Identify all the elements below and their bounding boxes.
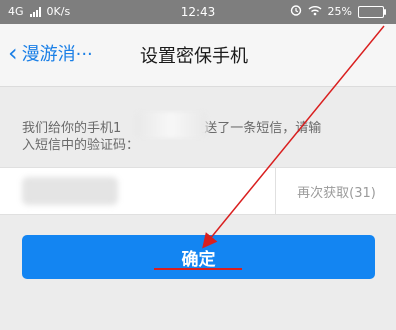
back-button[interactable]: ‹ 漫游消··· <box>8 40 93 66</box>
page-title: 设置密保手机 <box>140 46 248 67</box>
confirm-button[interactable]: 确定 <box>22 235 375 279</box>
message-prefix: 我们给你的手机1 <box>22 121 122 136</box>
phone-number-mask <box>135 112 207 138</box>
status-right: 25% <box>290 4 386 19</box>
code-value-mask <box>22 177 118 205</box>
alarm-icon <box>290 4 302 19</box>
battery-icon <box>358 5 386 18</box>
message-line-2: 入短信中的验证码： <box>22 138 140 153</box>
wifi-icon <box>308 5 322 19</box>
status-bar: 4G 0K/s 12:43 25% <box>0 0 396 24</box>
message-suffix: 发送了一条短信，请输 <box>191 121 322 136</box>
resend-code-button[interactable]: 再次获取(31) <box>275 168 396 214</box>
nav-bar: ‹ 漫游消··· 设置密保手机 <box>0 24 396 87</box>
chevron-left-icon: ‹ <box>8 39 18 67</box>
verification-code-row: 再次获取(31) <box>0 167 396 215</box>
back-label: 漫游消··· <box>21 44 93 65</box>
battery-level: 25% <box>327 5 352 18</box>
